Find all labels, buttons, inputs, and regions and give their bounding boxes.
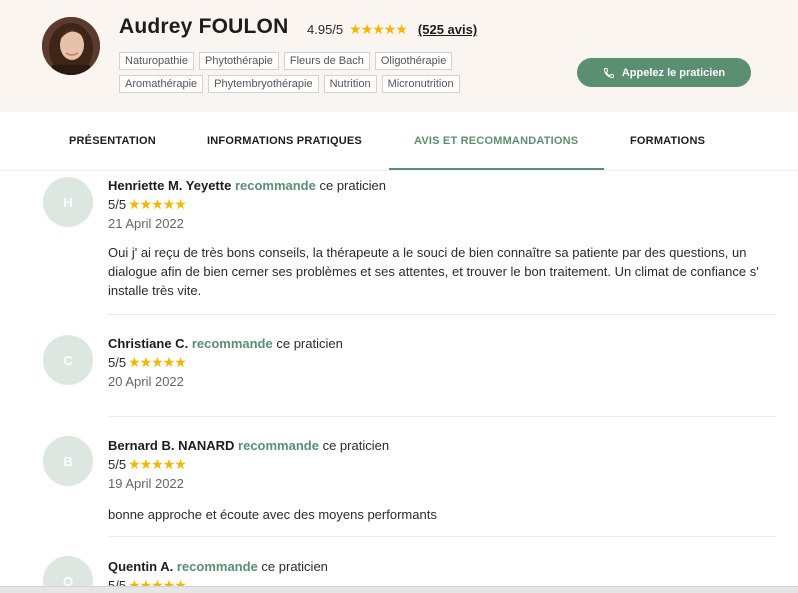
specialty-tag: Naturopathie (119, 52, 194, 70)
tag-row: Naturopathie Phytothérapie Fleurs de Bach O… (119, 52, 519, 70)
review-text: bonne approche et écoute avec des moyens… (108, 507, 437, 522)
review-text: Oui j' ai reçu de très bons conseils, la… (108, 245, 759, 298)
review-divider (108, 416, 776, 417)
review-stars-icon: ★★★★★ (128, 456, 187, 472)
review-score-value: 5/5 (108, 457, 127, 472)
tab-informations-pratiques[interactable]: INFORMATIONS PRATIQUES (207, 135, 362, 147)
review-score: 5/5 ★★★★★ (108, 354, 187, 371)
review-author-line: Christiane C. recommande ce praticien (108, 336, 343, 351)
review-divider (108, 536, 776, 537)
reviewer-name: Bernard B. NANARD (108, 438, 235, 453)
tab-avis-et-recommandations[interactable]: AVIS ET RECOMMANDATIONS (414, 135, 578, 147)
recommend-suffix: ce praticien (319, 178, 386, 193)
recommend-label: recommande (191, 336, 273, 351)
recommend-label: recommande (238, 438, 319, 453)
practitioner-name: Audrey FOULON (119, 15, 289, 38)
specialty-tag: Phytembryothérapie (208, 75, 319, 93)
profile-header: Audrey FOULON 4.95/5 ★★★★★ (525 avis) Na… (0, 0, 798, 112)
rating-value: 4.95/5 (307, 22, 344, 37)
recommend-suffix: ce praticien (322, 438, 390, 453)
tag-row: Aromathérapie Phytembryothérapie Nutrition… (119, 75, 519, 93)
recommend-suffix: ce praticien (276, 336, 343, 351)
recommend-label: recommande (176, 559, 258, 574)
review-stars-icon: ★★★★★ (128, 196, 187, 212)
reviewer-avatar: C (43, 335, 93, 385)
reviewer-name: Henriette M. Yeyette (108, 178, 232, 193)
review-score: 5/5 ★★★★★ (108, 456, 187, 473)
tab-presentation[interactable]: PRÉSENTATION (69, 135, 156, 147)
tab-formations[interactable]: FORMATIONS (630, 135, 705, 147)
recommend-suffix: ce praticien (261, 559, 328, 574)
section-tabs: PRÉSENTATION INFORMATIONS PRATIQUES AVIS… (0, 112, 798, 170)
review-date: 21 April 2022 (108, 216, 184, 231)
review-divider (108, 314, 776, 315)
rating-summary: 4.95/5 ★★★★★ (525 avis) (307, 21, 477, 38)
review-score: 5/5 ★★★★★ (108, 196, 187, 213)
phone-icon (603, 67, 615, 79)
review-date: 20 April 2022 (108, 374, 184, 389)
specialty-tag: Fleurs de Bach (283, 52, 370, 70)
specialty-tag: Nutrition (323, 75, 377, 93)
specialty-tag: Micronutrition (381, 75, 460, 93)
review-count-link[interactable]: (525 avis) (418, 22, 477, 37)
reviewer-name: Christiane C. (108, 336, 189, 351)
recommend-label: recommande (234, 178, 316, 193)
specialty-tag: Aromathérapie (119, 75, 204, 93)
practitioner-photo (42, 17, 100, 75)
specialty-tag: Phytothérapie (199, 52, 279, 70)
review-author-line: Bernard B. NANARD recommande ce praticie… (108, 438, 389, 453)
call-practitioner-button[interactable]: Appelez le praticien (577, 58, 751, 87)
review-author-line: Henriette M. Yeyette recommande ce prati… (108, 178, 386, 193)
reviewer-name: Quentin A. (108, 559, 174, 574)
review-author-line: Quentin A. recommande ce praticien (108, 559, 328, 574)
review-date: 19 April 2022 (108, 476, 184, 491)
specialty-tag: Oligothérapie (374, 52, 453, 70)
review-score-value: 5/5 (108, 197, 127, 212)
call-button-label: Appelez le praticien (621, 66, 726, 79)
reviewer-avatar: B (43, 436, 93, 486)
specialty-tags: Naturopathie Phytothérapie Fleurs de Bach O… (119, 52, 519, 98)
review-score-value: 5/5 (108, 355, 127, 370)
reviewer-avatar: H (43, 177, 93, 227)
review-stars-icon: ★★★★★ (128, 354, 187, 370)
reviews-list: H Henriette M. Yeyette recommande ce pra… (0, 170, 798, 593)
rating-stars-icon: ★★★★★ (349, 21, 408, 37)
horizontal-scrollbar[interactable] (0, 586, 798, 593)
